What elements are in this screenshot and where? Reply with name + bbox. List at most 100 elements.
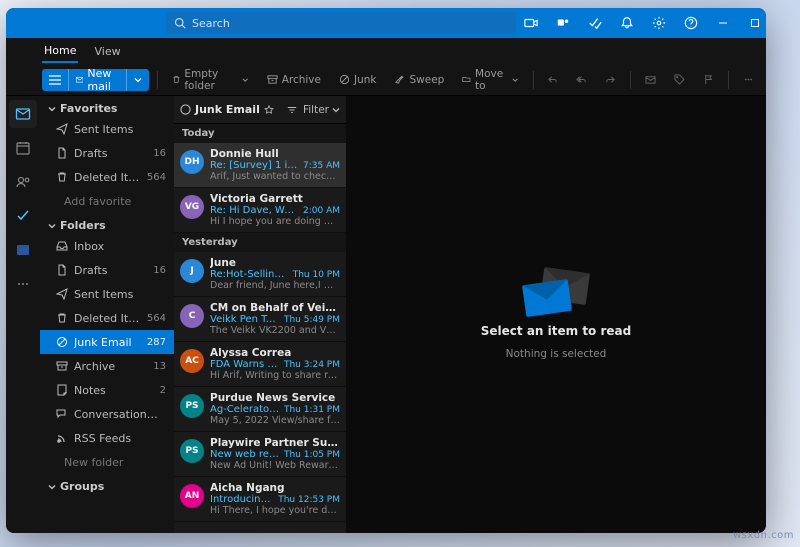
nav-item-conversation-his-[interactable]: Conversation His…	[40, 402, 174, 426]
maximize-button[interactable]	[740, 8, 766, 38]
search-box[interactable]	[166, 12, 516, 34]
message-item[interactable]: PS Playwire Partner Success New web rewa…	[174, 432, 346, 477]
overflow-1[interactable]	[541, 69, 564, 91]
empty-folder-button[interactable]: Empty folder	[166, 69, 255, 91]
empty-heading: Select an item to read	[481, 324, 631, 338]
filter-button[interactable]: Filter	[303, 104, 340, 116]
nav-item-archive[interactable]: Archive 13	[40, 354, 174, 378]
message-item[interactable]: AC Alyssa Correa FDA Warns of Counterfe……	[174, 342, 346, 387]
settings-icon[interactable]	[644, 8, 674, 38]
tab-view[interactable]: View	[92, 41, 122, 62]
search-input[interactable]	[192, 17, 508, 30]
rail-people[interactable]	[9, 168, 37, 196]
nav-label: Notes	[74, 384, 154, 397]
more-icon	[743, 74, 754, 85]
nav-label: Archive	[74, 360, 147, 373]
avatar: PS	[180, 439, 204, 463]
message-time: Thu 10 PM	[293, 270, 340, 280]
message-preview: Hi I hope you are doing well. Please …	[210, 216, 340, 227]
list-group-header[interactable]: Yesterday	[174, 233, 346, 252]
avatar: DH	[180, 150, 204, 174]
new-folder[interactable]: New folder	[40, 450, 174, 474]
reply-all-icon	[576, 74, 587, 85]
toolbar: New mail Empty folder Archive Junk Sweep…	[6, 64, 766, 96]
message-preview: New Ad Unit! Web Rewarded Video i…	[210, 460, 340, 471]
nav-item-rss-feeds[interactable]: RSS Feeds	[40, 426, 174, 450]
message-preview: May 5, 2022 View/share from our we…	[210, 415, 340, 426]
select-all-icon[interactable]	[180, 104, 191, 115]
ribbon-tabs: Home View	[6, 38, 766, 64]
new-mail-button[interactable]: New mail	[42, 69, 149, 91]
nav-item-notes[interactable]: Notes 2	[40, 378, 174, 402]
overflow-4[interactable]	[639, 69, 662, 91]
nav-count: 564	[147, 172, 166, 183]
move-to-button[interactable]: Move to	[456, 69, 524, 91]
separator	[728, 71, 729, 89]
separator	[630, 71, 631, 89]
message-item[interactable]: VG Victoria Garrett Re: Hi Dave, Wanted …	[174, 188, 346, 233]
list-body[interactable]: Today DH Donnie Hull Re: [Survey] 1 in 5…	[174, 124, 346, 533]
tab-home[interactable]: Home	[42, 40, 78, 63]
overflow-2[interactable]	[570, 69, 593, 91]
rail-word[interactable]	[9, 236, 37, 264]
rail-todo[interactable]	[9, 202, 37, 230]
trash-icon	[56, 171, 68, 183]
envelope-icon	[522, 278, 572, 316]
overflow-more[interactable]	[737, 69, 760, 91]
sweep-button[interactable]: Sweep	[388, 69, 450, 91]
rail-mail[interactable]	[9, 100, 37, 128]
add-favorite[interactable]: Add favorite	[40, 189, 174, 213]
trash-icon	[172, 74, 181, 85]
list-group-header[interactable]: Today	[174, 124, 346, 143]
overflow-3[interactable]	[599, 69, 622, 91]
overflow-5[interactable]	[668, 69, 691, 91]
archive-button[interactable]: Archive	[261, 69, 327, 91]
nav-label: Drafts	[74, 147, 147, 160]
nav-item-sent-items[interactable]: Sent Items	[40, 117, 174, 141]
rail-calendar[interactable]	[9, 134, 37, 162]
junk-button[interactable]: Junk	[333, 69, 383, 91]
message-item[interactable]: AN Aicha Ngang Introducing you to th…Thu…	[174, 477, 346, 522]
message-item[interactable]: DH Donnie Hull Re: [Survey] 1 in 5 retir…	[174, 143, 346, 188]
junk-icon	[339, 74, 350, 85]
send-icon	[56, 288, 68, 300]
reply-icon	[547, 74, 558, 85]
nav-section-favorites[interactable]: Favorites	[40, 96, 174, 117]
filter-lines-icon[interactable]	[287, 105, 297, 115]
message-from: Donnie Hull	[210, 148, 340, 160]
conversation-icon	[56, 408, 68, 420]
nav-item-drafts[interactable]: Drafts 16	[40, 258, 174, 282]
nav-label: Deleted Items	[74, 312, 141, 325]
help-icon[interactable]	[676, 8, 706, 38]
empty-sub: Nothing is selected	[506, 348, 607, 360]
nav-section-groups[interactable]: Groups	[40, 474, 174, 495]
star-icon[interactable]	[264, 105, 274, 115]
overflow-6[interactable]	[697, 69, 720, 91]
folder-nav: Favorites Sent Items Drafts 16 Deleted I…	[40, 96, 174, 533]
message-preview: Dear friend, June here,I wish you hea…	[210, 280, 340, 291]
nav-label: Junk Email	[74, 336, 141, 349]
message-item[interactable]: C CM on Behalf of Veikk Pen Tablets Veik…	[174, 297, 346, 342]
teams-icon[interactable]	[548, 8, 578, 38]
message-from: Playwire Partner Success	[210, 437, 340, 449]
nav-item-sent-items[interactable]: Sent Items	[40, 282, 174, 306]
nav-item-deleted-items[interactable]: Deleted Items 564	[40, 306, 174, 330]
minimize-button[interactable]	[708, 8, 738, 38]
draft-icon	[56, 264, 68, 276]
nav-item-inbox[interactable]: Inbox	[40, 234, 174, 258]
rail-more[interactable]	[9, 270, 37, 298]
todo-icon[interactable]	[580, 8, 610, 38]
nav-section-folders[interactable]: Folders	[40, 213, 174, 234]
message-item[interactable]: J June Re:Hot-Selling desk a…Thu 10 PM D…	[174, 252, 346, 297]
inbox-icon	[56, 240, 68, 252]
chevron-down-icon	[134, 76, 142, 84]
nav-item-drafts[interactable]: Drafts 16	[40, 141, 174, 165]
nav-count: 16	[153, 148, 166, 159]
message-item[interactable]: PS Purdue News Service Ag-Celerator fund…	[174, 387, 346, 432]
nav-item-junk-email[interactable]: Junk Email 287	[40, 330, 174, 354]
notifications-icon[interactable]	[612, 8, 642, 38]
nav-item-deleted-items[interactable]: Deleted Items 564	[40, 165, 174, 189]
meet-now-icon[interactable]	[516, 8, 546, 38]
draft-icon	[56, 147, 68, 159]
nav-label: Sent Items	[74, 123, 160, 136]
